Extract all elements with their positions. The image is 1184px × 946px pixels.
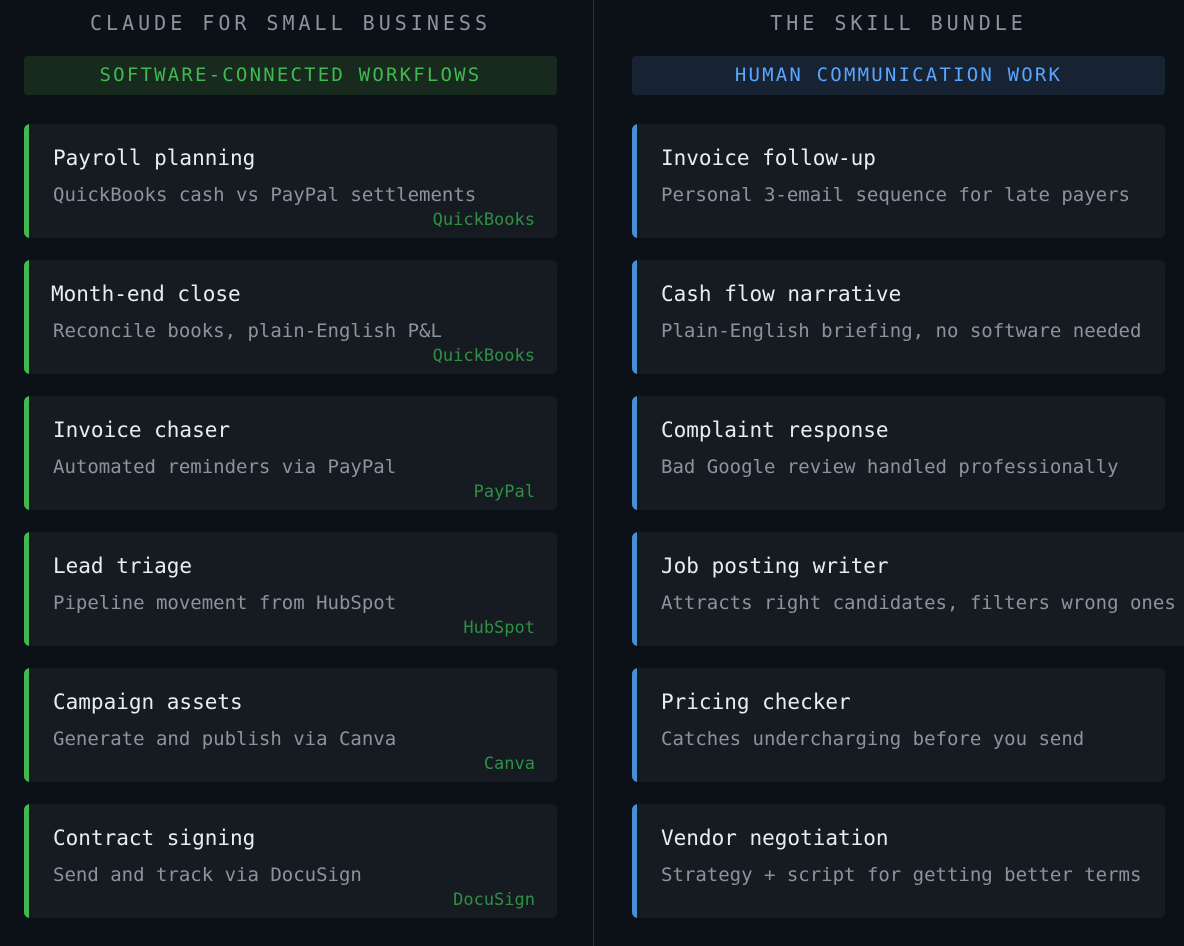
card-title: Invoice chaser: [53, 418, 231, 442]
card-description: QuickBooks cash vs PayPal settlements: [53, 184, 477, 206]
workflow-card-payroll-planning[interactable]: Payroll planning QuickBooks cash vs PayP…: [24, 124, 557, 238]
card-title: Invoice follow-up: [661, 146, 876, 170]
card-title: Campaign assets: [53, 690, 243, 714]
integration-tag: QuickBooks: [432, 210, 535, 230]
integration-tag: PayPal: [473, 482, 535, 502]
card-accent-bar: [632, 396, 637, 510]
card-description: Automated reminders via PayPal: [53, 456, 397, 478]
card-title: Job posting writer: [661, 554, 889, 578]
workflow-card-lead-triage[interactable]: Lead triage Pipeline movement from HubSp…: [24, 532, 557, 646]
card-accent-bar: [632, 804, 637, 918]
skill-card-invoice-follow-up[interactable]: Invoice follow-up Personal 3-email seque…: [632, 124, 1165, 238]
card-description: Reconcile books, plain-English P&L: [53, 320, 442, 342]
card-title: Complaint response: [661, 418, 889, 442]
workflow-card-campaign-assets[interactable]: Campaign assets Generate and publish via…: [24, 668, 557, 782]
card-accent-bar: [24, 124, 29, 238]
card-description: Strategy + script for getting better ter…: [661, 864, 1142, 886]
card-title: Pricing checker: [661, 690, 851, 714]
card-title: Lead triage: [53, 554, 193, 578]
skill-card-cash-flow-narrative[interactable]: Cash flow narrative Plain-English briefi…: [632, 260, 1165, 374]
section-banner: SOFTWARE-CONNECTED WORKFLOWS: [24, 56, 557, 95]
card-description: Attracts right candidates, filters wrong…: [661, 592, 1176, 614]
card-description: Personal 3-email sequence for late payer…: [661, 184, 1130, 206]
card-title: Month-end close: [51, 282, 241, 306]
integration-tag: Canva: [483, 754, 535, 774]
workflow-card-invoice-chaser[interactable]: Invoice chaser Automated reminders via P…: [24, 396, 557, 510]
column-title: THE SKILL BUNDLE: [770, 11, 1027, 35]
skill-card-complaint-response[interactable]: Complaint response Bad Google review han…: [632, 396, 1165, 510]
card-accent-bar: [24, 260, 29, 374]
card-accent-bar: [24, 532, 29, 646]
card-accent-bar: [632, 260, 637, 374]
card-description: Bad Google review handled professionally: [661, 456, 1119, 478]
card-description: Plain-English briefing, no software need…: [661, 320, 1142, 342]
card-accent-bar: [632, 532, 637, 646]
card-accent-bar: [632, 124, 637, 238]
card-title: Contract signing: [53, 826, 256, 850]
card-title: Cash flow narrative: [661, 282, 902, 306]
card-accent-bar: [632, 668, 637, 782]
card-accent-bar: [24, 396, 29, 510]
card-description: Send and track via DocuSign: [53, 864, 362, 886]
card-title: Payroll planning: [53, 146, 256, 170]
card-title: Vendor negotiation: [661, 826, 889, 850]
workflow-card-month-end-close[interactable]: Month-end close Reconcile books, plain-E…: [24, 260, 557, 374]
skill-card-pricing-checker[interactable]: Pricing checker Catches undercharging be…: [632, 668, 1165, 782]
integration-tag: HubSpot: [463, 618, 535, 638]
card-accent-bar: [24, 668, 29, 782]
column-divider: [593, 0, 594, 946]
integration-tag: DocuSign: [453, 890, 535, 910]
skill-card-job-posting-writer[interactable]: Job posting writer Attracts right candid…: [632, 532, 1184, 646]
card-description: Catches undercharging before you send: [661, 728, 1085, 750]
column-title: CLAUDE FOR SMALL BUSINESS: [89, 11, 492, 35]
card-description: Pipeline movement from HubSpot: [53, 592, 397, 614]
skill-card-vendor-negotiation[interactable]: Vendor negotiation Strategy + script for…: [632, 804, 1165, 918]
integration-tag: QuickBooks: [432, 346, 535, 366]
section-banner: HUMAN COMMUNICATION WORK: [632, 56, 1165, 95]
card-description: Generate and publish via Canva: [53, 728, 397, 750]
workflow-card-contract-signing[interactable]: Contract signing Send and track via Docu…: [24, 804, 557, 918]
card-accent-bar: [24, 804, 29, 918]
